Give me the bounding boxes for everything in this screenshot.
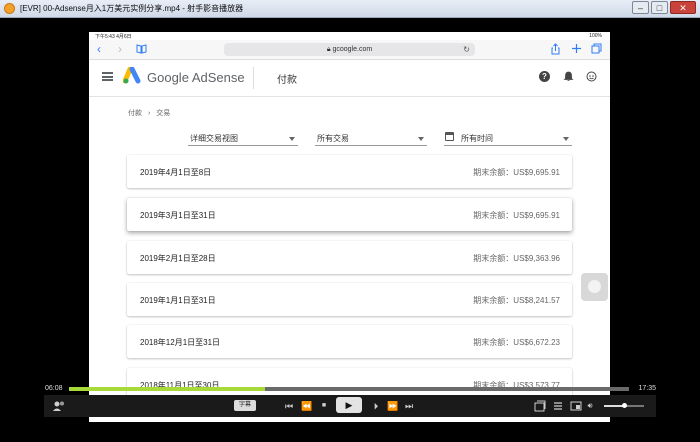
breadcrumb: 付款 › 交易 xyxy=(128,108,170,118)
rewind-icon[interactable]: ⏪ xyxy=(300,400,314,412)
ending-balance: 期末余额：US$6,672.23 xyxy=(473,338,560,347)
menu-icon[interactable] xyxy=(102,72,113,81)
player-controls: 字幕 ⏮ ⏪ ■ ▶ ⏵ ⏩ ⏭ 🔊︎ xyxy=(44,395,656,417)
chevron-down-icon xyxy=(418,137,424,141)
seek-bar: 06:08 17:35 xyxy=(44,384,656,394)
bookmarks-icon[interactable] xyxy=(136,44,147,54)
status-time: 下午5:43 4月6日 xyxy=(95,34,132,40)
address-bar[interactable]: 🔒︎ gcoogle.com ↻ xyxy=(224,43,475,56)
forward-button[interactable]: › xyxy=(118,42,122,56)
reload-icon[interactable]: ↻ xyxy=(463,43,470,56)
transaction-period: 2018年12月1日至31日 xyxy=(140,338,221,347)
open-file-icon[interactable] xyxy=(534,400,546,412)
list-icon[interactable] xyxy=(552,400,564,412)
window-controls: – □ ✕ xyxy=(632,1,696,15)
video-frame[interactable]: 下午5:43 4月6日 100% ‹ › 🔒︎ gcoogle.com ↻ Go… xyxy=(89,32,610,422)
chevron-down-icon xyxy=(289,137,295,141)
header-divider xyxy=(253,67,254,89)
notifications-icon[interactable] xyxy=(563,71,574,82)
adsense-logo-icon xyxy=(123,67,141,84)
transaction-row[interactable]: 2018年12月1日至31日 期末余额：US$6,672.23 xyxy=(127,325,572,358)
breadcrumb-payments[interactable]: 付款 xyxy=(128,110,142,117)
share-icon[interactable] xyxy=(551,43,560,55)
transaction-period: 2019年1月1日至31日 xyxy=(140,296,216,305)
type-dropdown[interactable]: 所有交易 xyxy=(315,131,427,146)
back-button[interactable]: ‹ xyxy=(97,42,101,56)
page-title: 付款 xyxy=(277,75,297,86)
volume-slider[interactable] xyxy=(604,403,644,408)
volume-fill xyxy=(604,405,624,407)
type-dropdown-value: 所有交易 xyxy=(317,134,349,143)
ending-balance: 期末余额：US$8,241.57 xyxy=(473,296,560,305)
window-titlebar: [EVR] 00-Adsense月入1万美元实例分享.mp4 - 射手影音播放器… xyxy=(0,0,700,18)
breadcrumb-current: 交易 xyxy=(156,110,171,117)
fast-forward-icon[interactable]: ⏩ xyxy=(386,400,400,412)
status-battery: 100% xyxy=(589,33,602,39)
account-avatar[interactable] xyxy=(586,71,597,82)
calendar-icon xyxy=(445,132,454,141)
chevron-down-icon xyxy=(563,137,569,141)
ios-status-bar: 下午5:43 4月6日 100% xyxy=(89,32,610,40)
screenshot-icon[interactable] xyxy=(570,400,582,412)
transaction-row[interactable]: 2019年2月1日至28日 期末余额：US$9,363.96 xyxy=(127,241,572,274)
app-icon xyxy=(4,3,15,14)
url-text: gcoogle.com xyxy=(332,46,373,53)
subtitle-button[interactable]: 字幕 xyxy=(234,400,256,411)
stop-icon[interactable]: ■ xyxy=(318,400,330,412)
step-forward-icon[interactable]: ⏵ xyxy=(370,400,382,412)
brand-name: Google AdSense xyxy=(147,70,245,85)
window-title: [EVR] 00-Adsense月入1万美元实例分享.mp4 - 射手影音播放器 xyxy=(20,4,244,13)
help-icon[interactable]: ? xyxy=(539,71,550,82)
transaction-row[interactable]: 2019年1月1日至31日 期末余额：US$8,241.57 xyxy=(127,283,572,316)
volume-knob[interactable] xyxy=(622,403,627,408)
ending-balance: 期末余额：US$9,695.91 xyxy=(473,168,560,177)
new-tab-icon[interactable] xyxy=(571,43,582,54)
next-icon[interactable]: ⏭ xyxy=(402,400,416,412)
playlist-people-icon[interactable] xyxy=(52,400,66,412)
ending-balance: 期末余额：US$9,363.96 xyxy=(473,254,560,263)
transaction-row[interactable]: 2019年4月1日至8日 期末余额：US$9,695.91 xyxy=(127,155,572,188)
ending-balance: 期末余额：US$9,695.91 xyxy=(473,211,560,220)
transaction-row[interactable]: 2019年3月1日至31日 期末余额：US$9,695.91 xyxy=(127,198,572,231)
adsense-header: Google AdSense 付款 ? xyxy=(89,60,610,97)
transaction-period: 2019年3月1日至31日 xyxy=(140,211,216,220)
minimize-button[interactable]: – xyxy=(632,1,649,14)
safari-toolbar: ‹ › 🔒︎ gcoogle.com ↻ xyxy=(89,40,610,60)
progress-track[interactable] xyxy=(69,387,629,391)
time-dropdown[interactable]: 所有时间 xyxy=(444,131,572,146)
transaction-period: 2019年2月1日至28日 xyxy=(140,254,216,263)
assistive-touch-button[interactable] xyxy=(581,273,608,301)
view-dropdown[interactable]: 详细交易视图 xyxy=(188,131,298,146)
breadcrumb-separator: › xyxy=(147,110,151,117)
time-dropdown-value: 所有时间 xyxy=(461,134,493,143)
play-button[interactable]: ▶ xyxy=(336,397,362,413)
total-time: 17:35 xyxy=(638,385,656,392)
close-button[interactable]: ✕ xyxy=(670,1,696,14)
progress-fill xyxy=(69,387,265,391)
tabs-icon[interactable] xyxy=(591,43,602,54)
previous-icon[interactable]: ⏮ xyxy=(282,400,296,412)
volume-icon[interactable]: 🔊︎ xyxy=(584,400,596,412)
maximize-button[interactable]: □ xyxy=(651,1,668,14)
current-time: 06:08 xyxy=(45,385,63,392)
view-dropdown-value: 详细交易视图 xyxy=(190,134,238,143)
transaction-period: 2019年4月1日至8日 xyxy=(140,168,212,177)
